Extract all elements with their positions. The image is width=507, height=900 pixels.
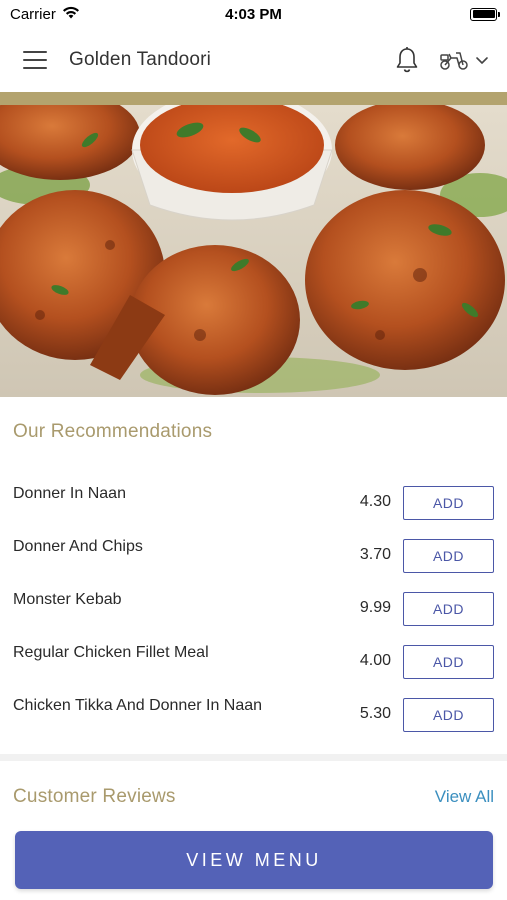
app-header: Golden Tandoori [0,28,507,92]
list-item: Monster Kebab 9.99 ADD [0,580,507,633]
item-name: Monster Kebab [13,591,122,608]
section-divider [0,754,507,761]
add-button[interactable]: ADD [403,592,494,626]
add-button[interactable]: ADD [403,645,494,679]
status-left: Carrier [10,6,80,23]
item-name: Chicken Tikka And Donner In Naan [13,697,263,714]
item-price: 5.30 [359,705,391,722]
item-name: Regular Chicken Fillet Meal [13,644,209,661]
list-item: Donner In Naan 4.30 ADD [0,474,507,527]
item-price: 4.30 [359,493,391,510]
list-item: Donner And Chips 3.70 ADD [0,527,507,580]
chevron-down-icon [475,55,489,65]
add-button[interactable]: ADD [403,698,494,732]
wifi-icon [62,6,80,23]
list-item: Chicken Tikka And Donner In Naan 5.30 AD… [0,686,507,739]
list-item: Regular Chicken Fillet Meal 4.00 ADD [0,633,507,686]
recommendations-list: Donner In Naan 4.30 ADD Donner And Chips… [0,474,507,739]
carrier-label: Carrier [10,5,56,23]
view-menu-button[interactable]: VIEW MENU [15,831,493,889]
bell-icon[interactable] [393,45,421,75]
item-name: Donner In Naan [13,485,126,502]
view-all-link[interactable]: View All [435,787,494,807]
item-price: 3.70 [359,546,391,563]
restaurant-title: Golden Tandoori [69,49,212,70]
status-bar: Carrier 4:03 PM [0,0,507,28]
item-price: 4.00 [359,652,391,669]
hero-food-image [0,105,507,397]
scooter-icon [439,49,469,71]
menu-icon[interactable] [23,51,47,69]
header-actions [393,45,489,75]
item-name: Donner And Chips [13,538,143,555]
add-button[interactable]: ADD [403,539,494,573]
header-accent-bar [0,92,507,105]
recommendations-title: Our Recommendations [13,421,213,442]
add-button[interactable]: ADD [403,486,494,520]
reviews-title: Customer Reviews [13,786,176,807]
item-price: 9.99 [359,599,391,616]
delivery-mode-selector[interactable] [439,49,489,71]
battery-icon [470,7,500,21]
